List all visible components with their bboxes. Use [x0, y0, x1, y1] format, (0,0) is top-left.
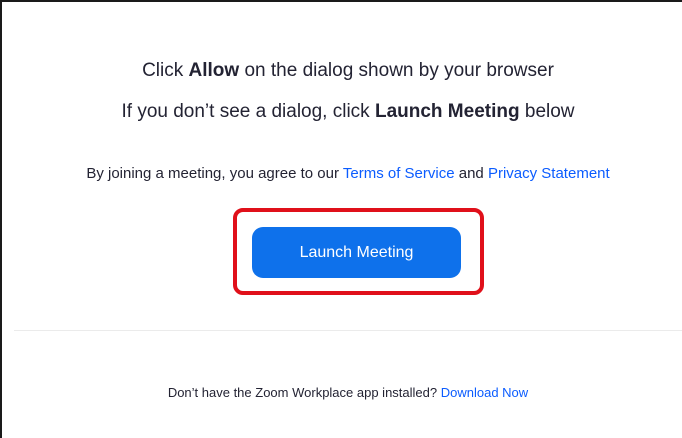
terms-conjunction: and: [454, 165, 488, 182]
page-frame: Click Allow on the dialog shown by your …: [0, 0, 682, 438]
terms-notice: By joining a meeting, you agree to our T…: [14, 163, 682, 185]
download-notice: Don’t have the Zoom Workplace app instal…: [14, 384, 682, 402]
section-divider: [14, 330, 682, 331]
download-now-link[interactable]: Download Now: [441, 385, 528, 400]
launch-instruction-prefix: If you don’t see a dialog, click: [121, 101, 375, 122]
launch-keyword: Launch Meeting: [374, 101, 520, 122]
allow-instruction-prefix: Click: [142, 60, 189, 81]
privacy-statement-link[interactable]: Privacy Statement: [488, 165, 610, 182]
launch-instruction-suffix: below: [519, 101, 575, 122]
allow-keyword: Allow: [188, 60, 240, 81]
download-prefix: Don’t have the Zoom Workplace app instal…: [167, 385, 441, 400]
launch-instruction: If you don’t see a dialog, click Launch …: [14, 99, 682, 125]
launch-meeting-button[interactable]: Launch Meeting: [252, 227, 461, 278]
allow-instruction-suffix: on the dialog shown by your browser: [239, 60, 554, 81]
terms-prefix: By joining a meeting, you agree to our: [86, 165, 343, 182]
allow-instruction: Click Allow on the dialog shown by your …: [14, 58, 682, 84]
terms-of-service-link[interactable]: Terms of Service: [343, 165, 455, 182]
